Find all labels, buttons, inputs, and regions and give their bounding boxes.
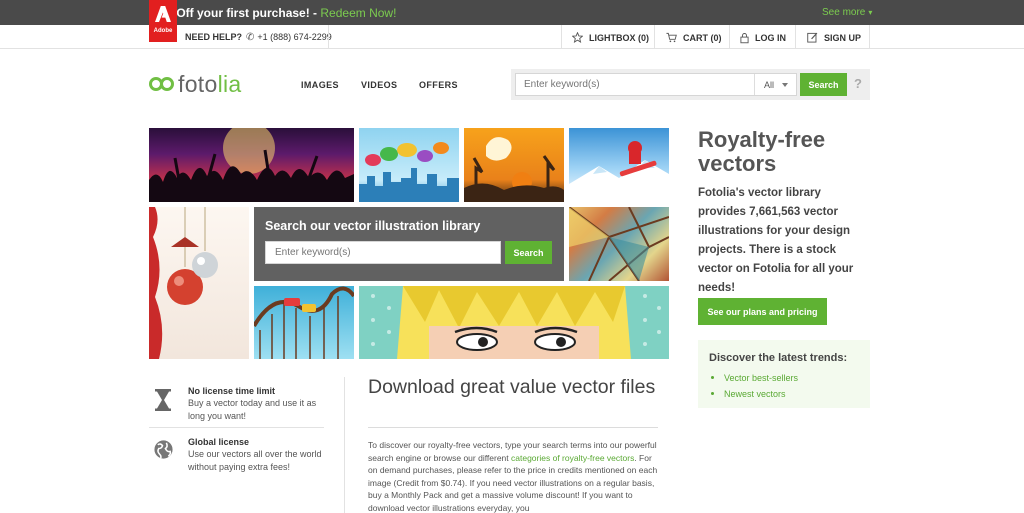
see-more-link[interactable]: See more ▾ [822, 7, 872, 18]
edit-icon [807, 32, 818, 43]
snowboard-santa-image[interactable] [569, 128, 669, 202]
abstract-mosaic-image[interactable] [569, 207, 669, 281]
signup-label: SIGN UP [824, 32, 862, 43]
adobe-a-icon [155, 6, 171, 22]
face-illustration [371, 286, 661, 359]
categories-link[interactable]: categories of royalty-free vectors [511, 453, 634, 463]
feature-description: Use our vectors all over the world witho… [188, 449, 322, 472]
coaster-illustration [254, 286, 354, 359]
search-button[interactable]: Search [800, 73, 847, 96]
star-icon [572, 32, 583, 43]
phone-number[interactable]: +1 (888) 674-2299 [257, 32, 331, 42]
phone-icon: ✆ [246, 32, 255, 43]
header-search: All Search ? [511, 69, 870, 100]
concert-crowd-image[interactable] [149, 128, 354, 202]
halloween-illustration [464, 137, 564, 202]
plans-pricing-button[interactable]: See our plans and pricing [698, 298, 827, 325]
divider [729, 25, 730, 49]
section-title: Download great value vector files [368, 376, 656, 398]
trend-link-newest[interactable]: Newest vectors [711, 389, 786, 399]
bubbles-illustration [359, 142, 459, 202]
logo-part-1: foto [178, 70, 218, 97]
mosaic-illustration [569, 207, 669, 281]
logo-rings-icon [149, 77, 175, 91]
trend-link-best-sellers[interactable]: Vector best-sellers [710, 373, 798, 383]
filter-value: All [764, 79, 775, 90]
feature-title: No license time limit [188, 386, 276, 396]
divider [328, 25, 329, 49]
concert-illustration [149, 128, 354, 202]
cart-link[interactable]: CART (0) [666, 32, 722, 43]
divider [344, 377, 345, 513]
redeem-now-link[interactable]: Redeem Now! [320, 6, 396, 20]
chevron-down-icon: ▾ [868, 8, 873, 17]
adobe-wordmark: Adobe [153, 28, 173, 34]
vector-search-button[interactable]: Search [505, 241, 552, 264]
divider [368, 427, 658, 428]
page-description: Fotolia's vector library provides 7,661,… [698, 187, 854, 294]
promo-text: 20% Off your first purchase! - Redeem No… [149, 6, 396, 20]
vector-search-panel: Search our vector illustration library S… [254, 207, 564, 281]
logo-part-2: lia [217, 70, 242, 97]
divider [561, 25, 562, 49]
need-help-label: NEED HELP? [185, 32, 243, 42]
santa-illustration [569, 141, 669, 202]
globe-icon [154, 440, 173, 459]
trends-box: Discover the latest trends: Vector best-… [698, 340, 870, 408]
feature-title: Global license [188, 437, 250, 447]
divider [869, 25, 870, 49]
see-more-label: See more [822, 7, 866, 18]
section-body: To discover our royalty-free vectors, ty… [368, 439, 658, 513]
search-help-icon[interactable]: ? [854, 76, 862, 91]
divider [149, 427, 324, 428]
nav-offers[interactable]: OFFERS [419, 80, 458, 90]
divider [795, 25, 796, 49]
signup-link[interactable]: SIGN UP [807, 32, 861, 43]
panel-title: Search our vector illustration library [265, 219, 481, 233]
logo-wordmark: fotolia [178, 71, 242, 98]
lock-icon [740, 33, 749, 44]
login-link[interactable]: LOG IN [740, 32, 786, 44]
cart-label: CART (0) [683, 32, 722, 43]
trends-title: Discover the latest trends: [709, 352, 848, 364]
help-line: NEED HELP? ✆ +1 (888) 674-2299 [185, 32, 332, 43]
media-filter-select[interactable]: All [754, 74, 796, 95]
halloween-image[interactable] [464, 128, 564, 202]
christmas-ornaments-image[interactable] [149, 207, 249, 359]
feature-description: Buy a vector today and use it as long yo… [188, 398, 317, 421]
vector-search-input[interactable] [265, 241, 501, 264]
divider [654, 25, 655, 49]
login-label: LOG IN [755, 33, 786, 43]
hourglass-icon [155, 389, 171, 411]
nav-videos[interactable]: VIDEOS [361, 80, 397, 90]
ornaments-illustration [149, 207, 218, 359]
nav-images[interactable]: IMAGES [301, 80, 339, 90]
lightbox-label: LIGHTBOX (0) [589, 32, 649, 43]
page-title: Royalty-free vectors [698, 127, 826, 176]
cartoon-face-image[interactable] [359, 286, 669, 359]
fotolia-logo[interactable]: fotolia [149, 70, 242, 98]
roller-coaster-image[interactable] [254, 286, 354, 359]
adobe-logo[interactable]: Adobe [149, 0, 177, 42]
speech-bubbles-city-image[interactable] [359, 128, 459, 202]
caret-down-icon [782, 82, 789, 87]
lightbox-link[interactable]: LIGHTBOX (0) [572, 32, 649, 43]
cart-icon [666, 32, 677, 43]
